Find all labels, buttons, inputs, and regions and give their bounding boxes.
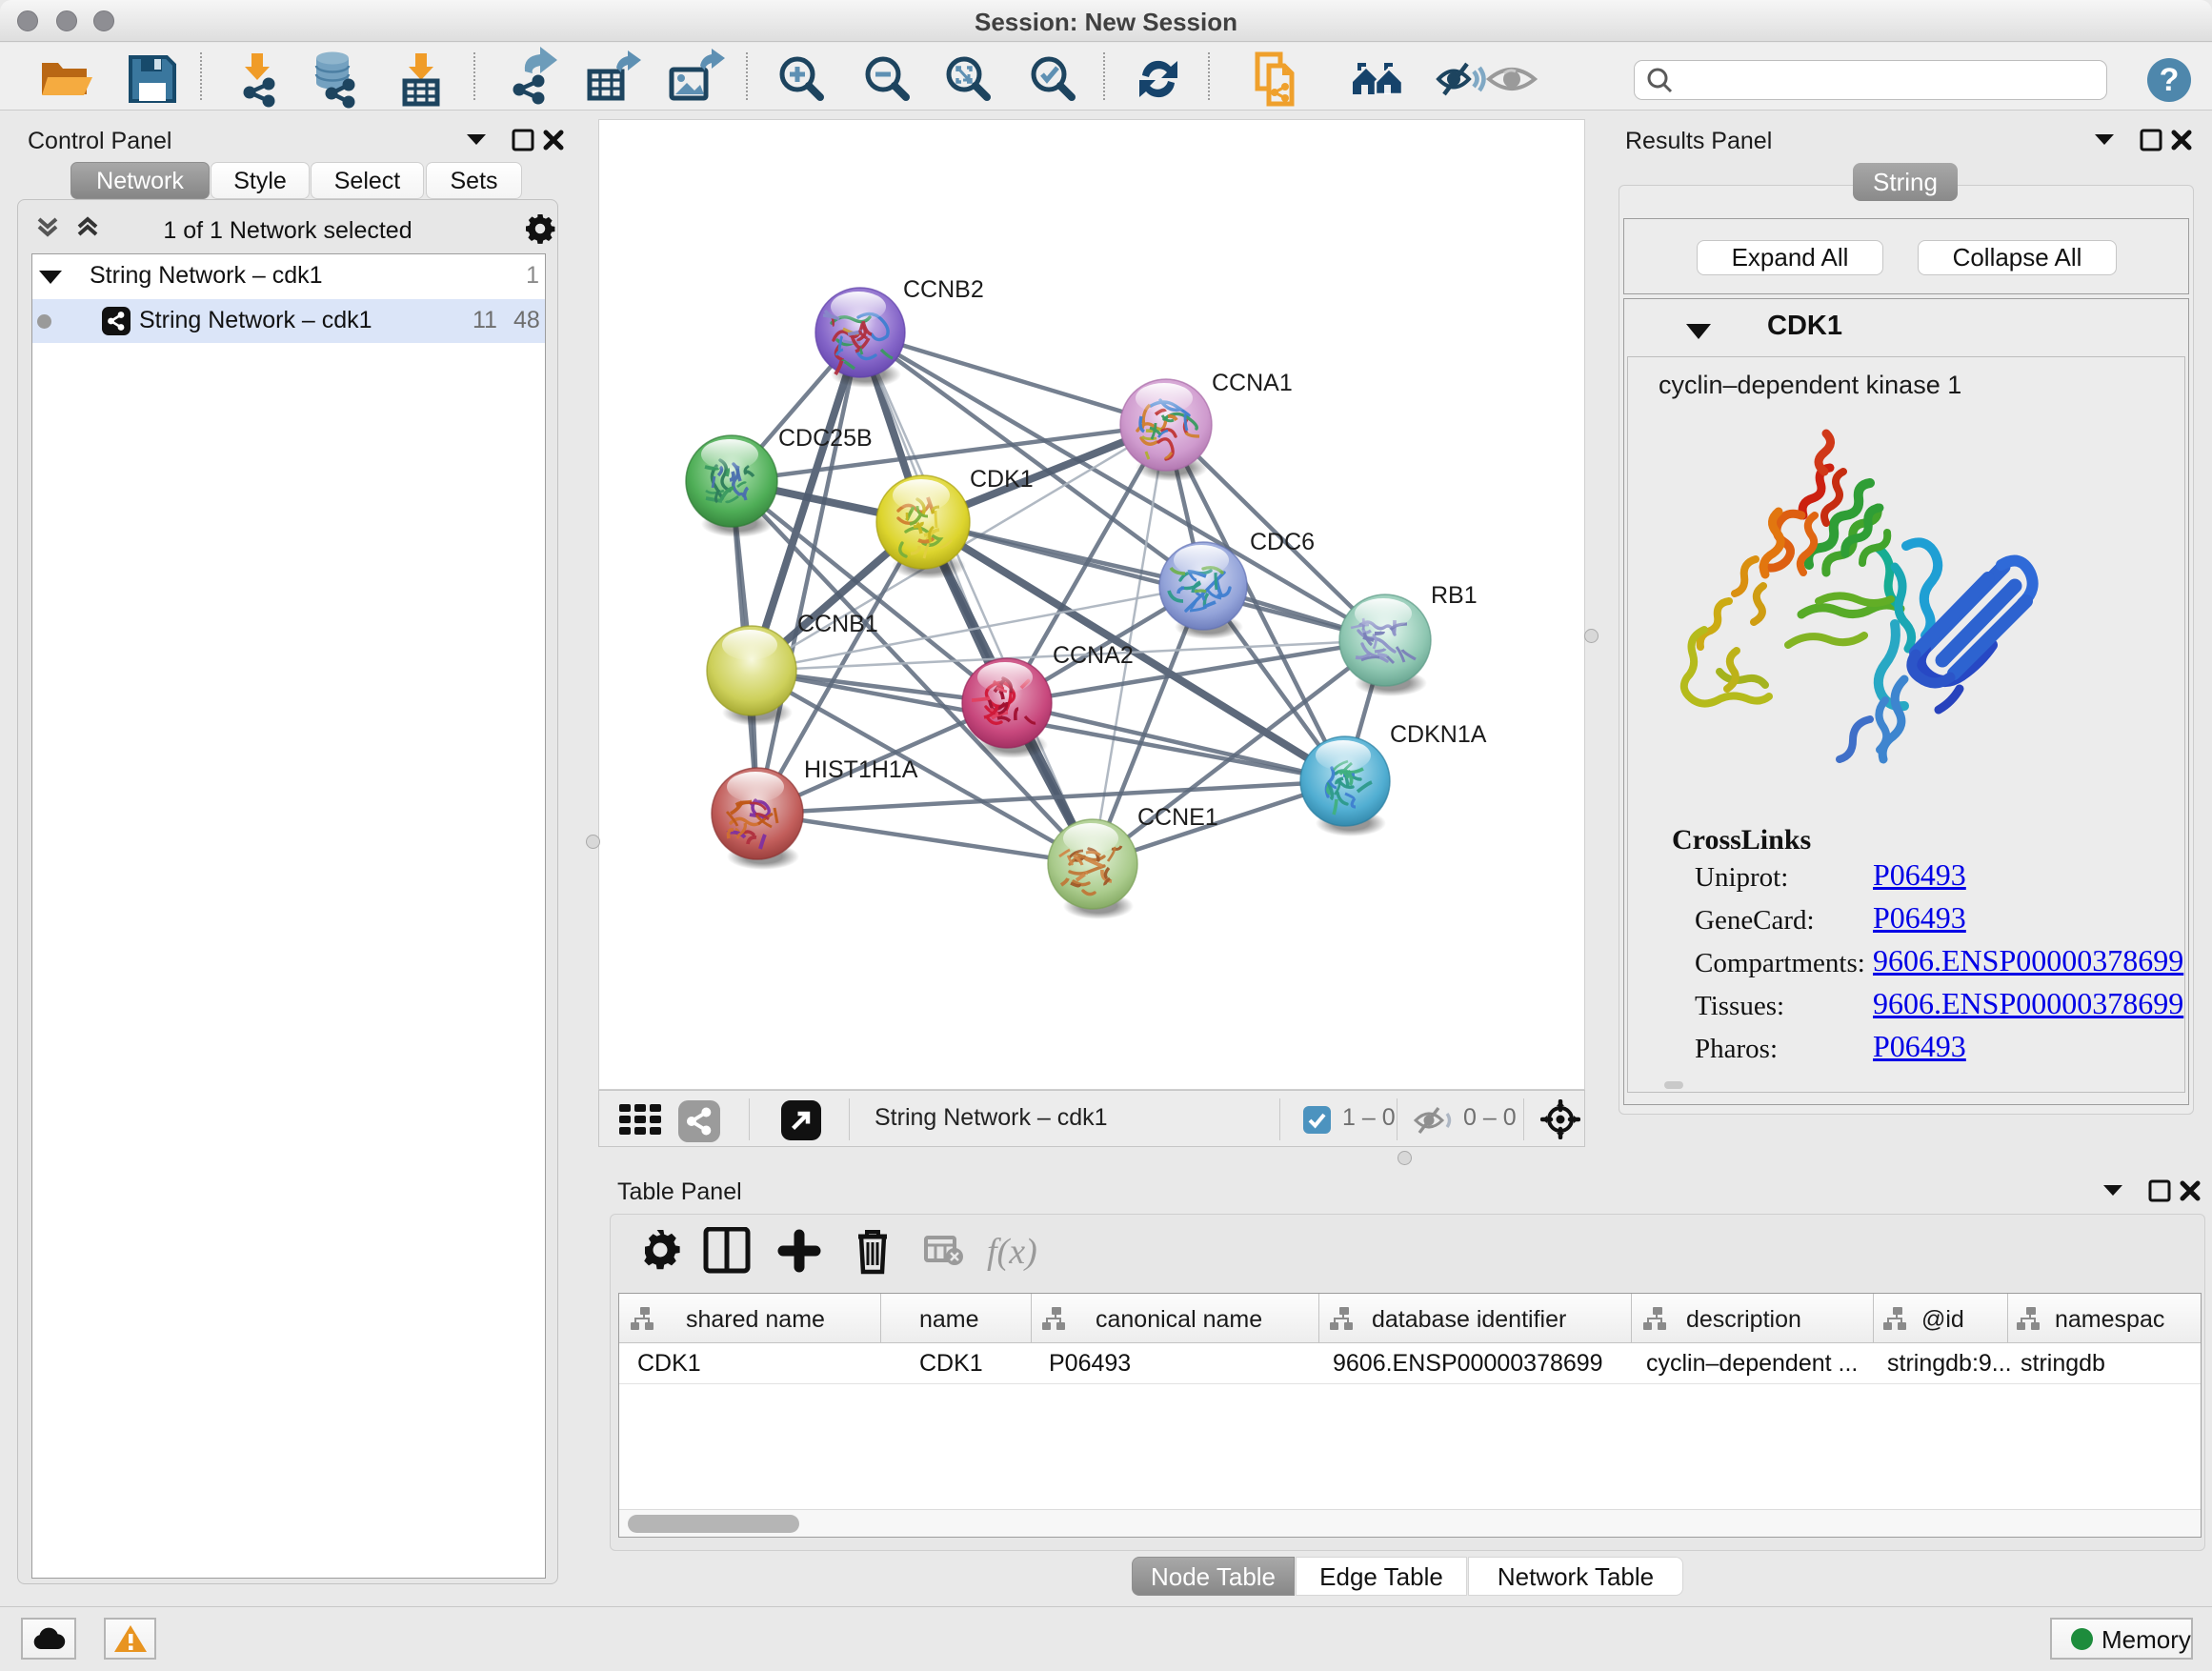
svg-text:@id: @id [1921, 1306, 1964, 1333]
svg-text:shared name: shared name [686, 1306, 825, 1333]
svg-text:description: description [1686, 1306, 1801, 1333]
svg-text:f(x): f(x) [987, 1232, 1037, 1272]
svg-text:CCNA1: CCNA1 [1212, 370, 1293, 396]
svg-text:database identifier: database identifier [1372, 1306, 1566, 1333]
svg-text:CCNA2: CCNA2 [1053, 642, 1134, 669]
svg-text:CCNB1: CCNB1 [797, 611, 878, 637]
svg-text:CDC6: CDC6 [1250, 529, 1315, 555]
svg-text:namespac: namespac [2055, 1306, 2164, 1333]
svg-text:CCNE1: CCNE1 [1137, 804, 1218, 831]
svg-text:CDKN1A: CDKN1A [1390, 721, 1487, 748]
svg-text:canonical name: canonical name [1096, 1306, 1262, 1333]
svg-text:RB1: RB1 [1431, 582, 1478, 609]
svg-text:CCNB2: CCNB2 [903, 276, 984, 303]
svg-text:HIST1H1A: HIST1H1A [804, 756, 918, 783]
svg-text:CDC25B: CDC25B [778, 425, 873, 452]
svg-text:CDK1: CDK1 [970, 466, 1034, 493]
svg-text:name: name [919, 1306, 979, 1333]
